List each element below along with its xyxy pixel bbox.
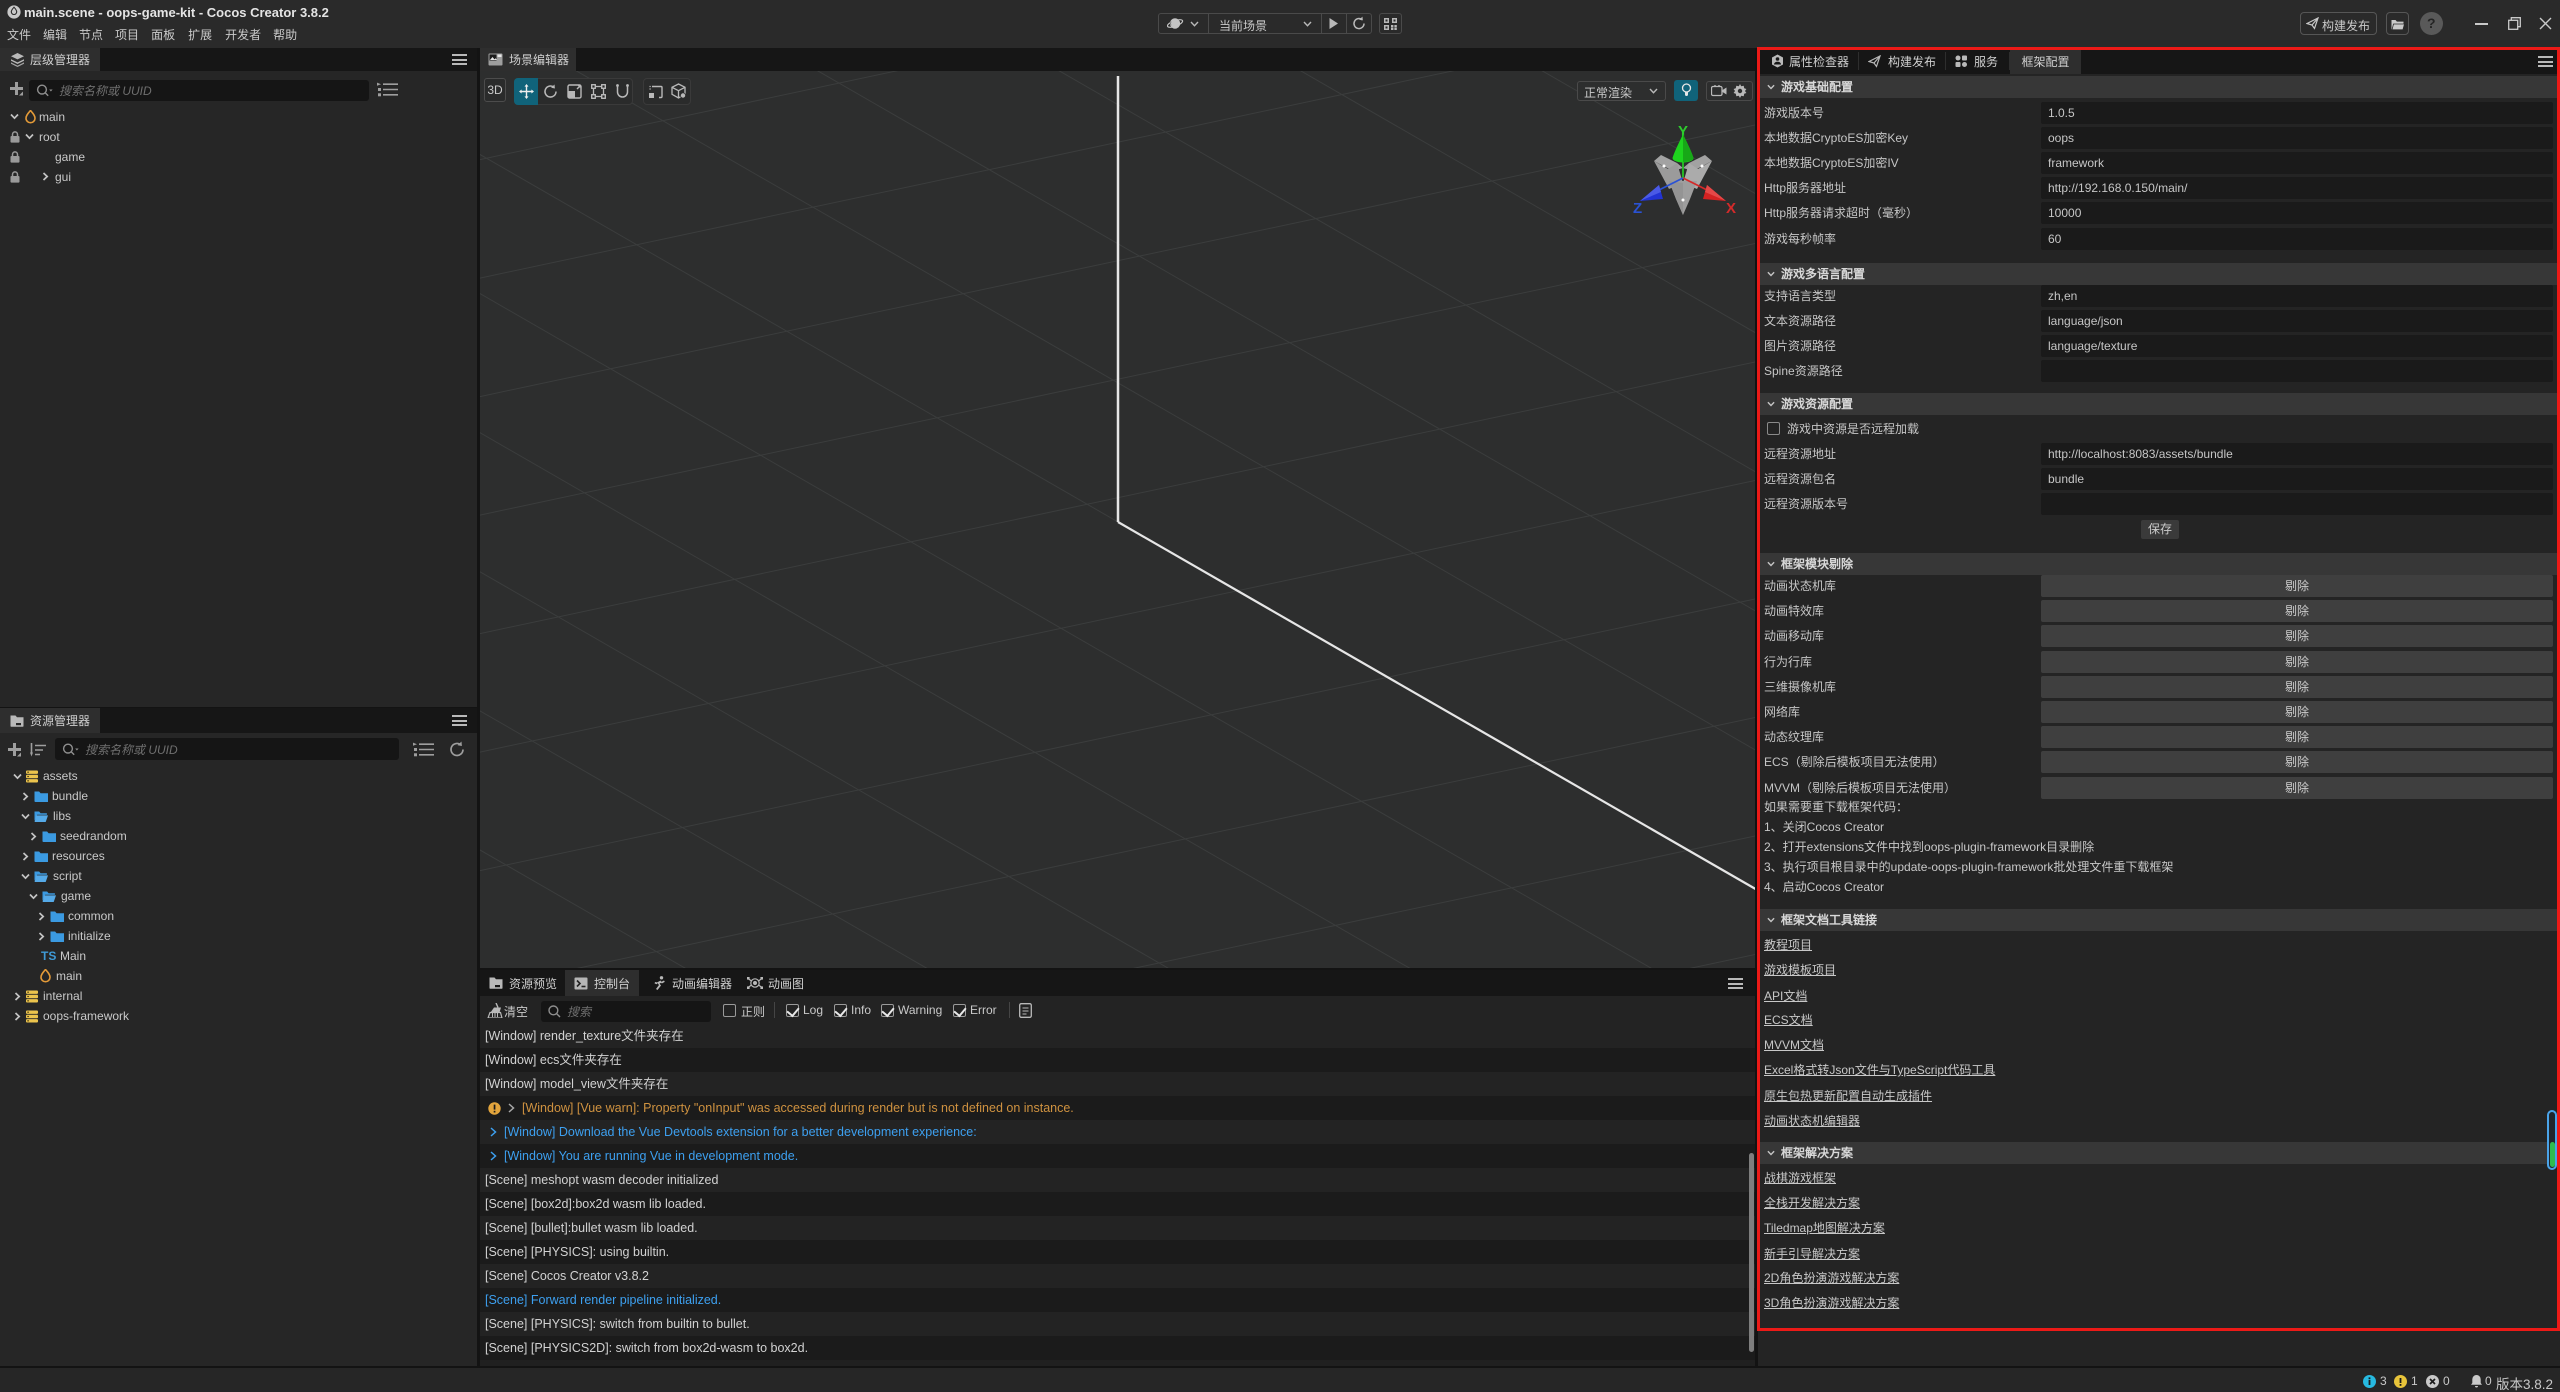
svg-text:Z: Z	[1633, 200, 1642, 217]
svg-text:X: X	[1726, 200, 1736, 217]
